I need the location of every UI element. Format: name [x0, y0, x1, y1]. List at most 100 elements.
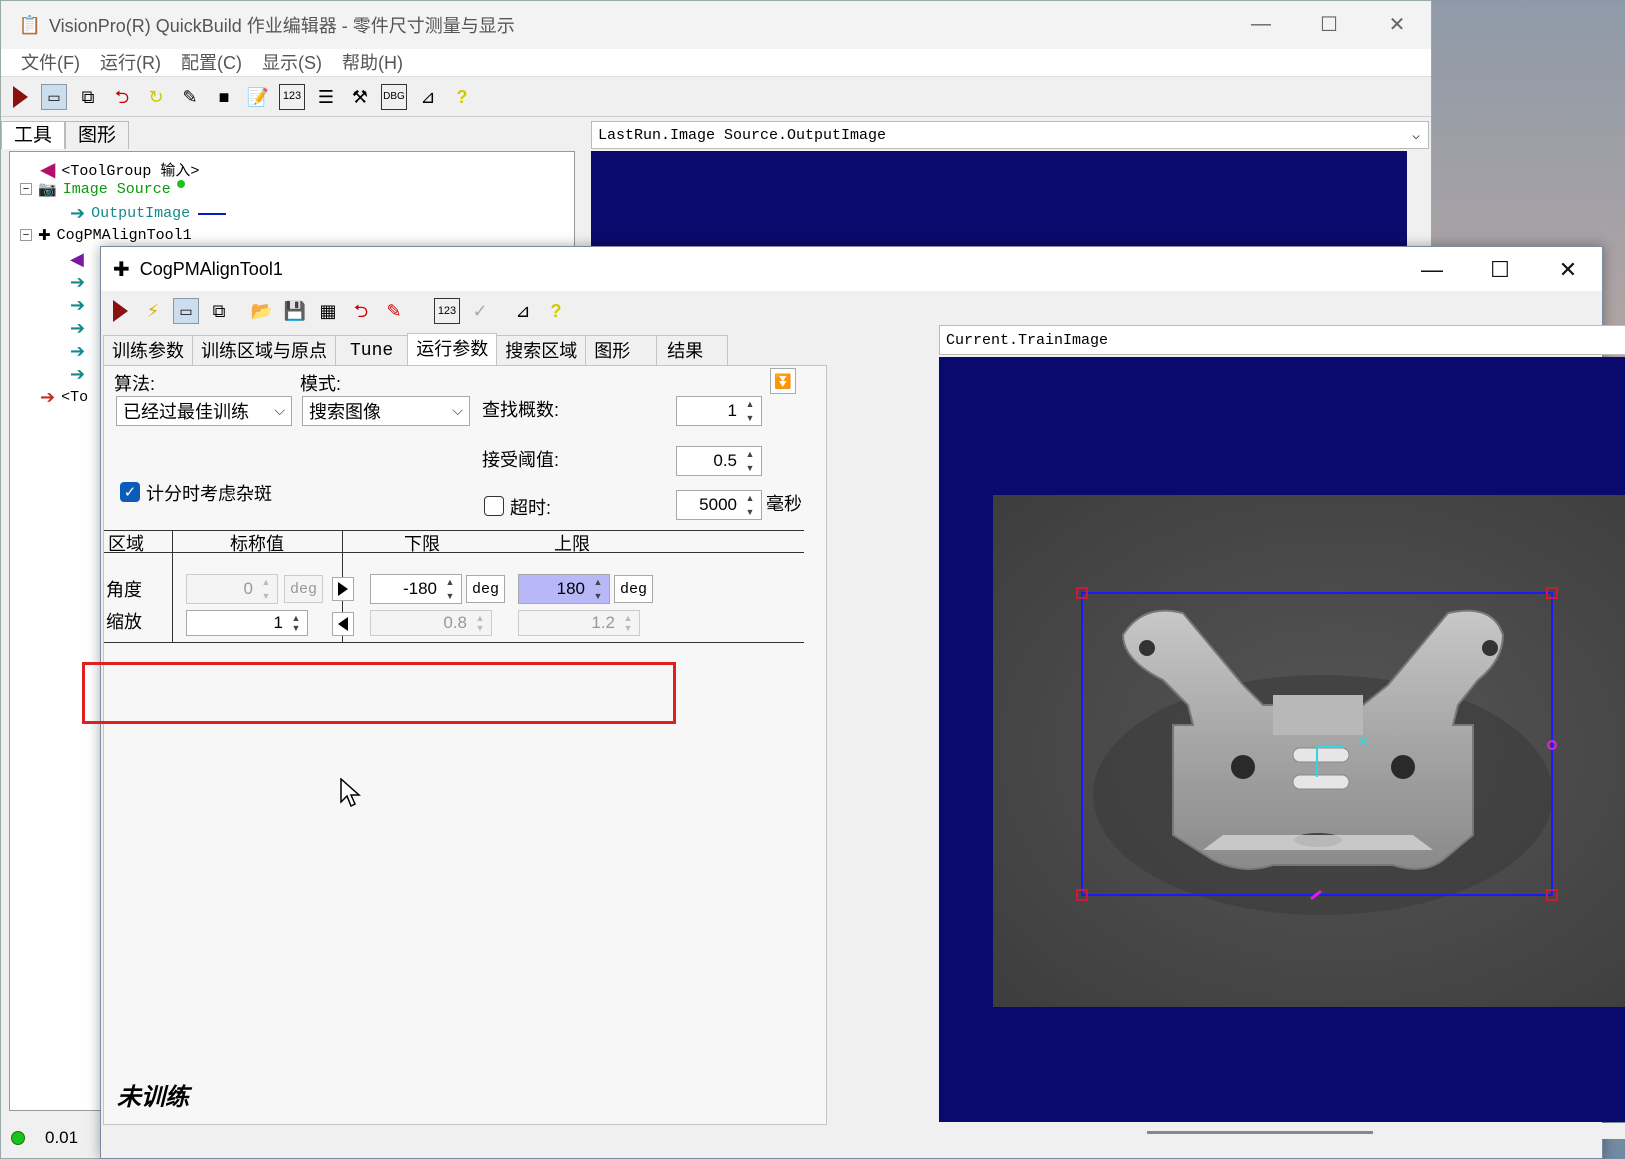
main-image-selector[interactable]: LastRun.Image Source.OutputImage ⌵ [591, 121, 1429, 149]
spin-arrows-icon[interactable]: ▲ ▼ [741, 449, 759, 473]
spin-arrows-icon[interactable]: ▲ ▼ [741, 493, 759, 517]
angle-low-stepper[interactable]: -180 ▲ ▼ [370, 574, 462, 604]
collapse-icon[interactable]: − [20, 229, 32, 241]
close-button[interactable]: ✕ [1363, 1, 1431, 47]
scroll-thumb[interactable] [1147, 1131, 1373, 1134]
collapse-all-button[interactable]: ⏬ [770, 368, 796, 394]
tree-item-pmalign[interactable]: − ✚ CogPMAlignTool1 [20, 226, 192, 244]
angle-nominal-unit[interactable]: deg [284, 575, 324, 603]
minimize-button[interactable]: — [1398, 247, 1466, 293]
menu-view[interactable]: 显示(S) [252, 49, 332, 76]
main-titlebar[interactable]: 📋 VisionPro(R) QuickBuild 作业编辑器 - 零件尺寸测量… [1, 1, 1431, 49]
scale-collapse-button[interactable] [332, 612, 354, 636]
horizontal-scrollbar[interactable] [939, 1123, 1625, 1139]
maximize-button[interactable]: ☐ [1295, 1, 1363, 47]
spin-arrows-icon[interactable]: ▲ ▼ [619, 613, 637, 633]
tools-icon[interactable]: ⚒ [347, 84, 373, 110]
scale-low-stepper[interactable]: 0.8 ▲ ▼ [370, 610, 492, 636]
main-image-display[interactable] [591, 151, 1407, 251]
numeric-icon[interactable]: 123 [434, 298, 460, 324]
scale-high-stepper[interactable]: 1.2 ▲ ▼ [518, 610, 640, 636]
debug-icon[interactable]: DBG [381, 83, 407, 110]
run-params-panel: 算法: 模式: 已经过最佳训练 ⌵ 搜索图像 ⌵ ⏬ 查找概数: 1 ▲ ▼ 接受… [82, 365, 827, 1125]
run-icon[interactable] [107, 298, 133, 324]
menu-file[interactable]: 文件(F) [11, 49, 90, 76]
numeric-icon[interactable]: 123 [279, 83, 305, 110]
display-toggle-icon[interactable]: ▭ [41, 83, 67, 110]
run-icon[interactable] [7, 84, 33, 110]
tab-train-region[interactable]: 训练区域与原点 [192, 335, 336, 365]
chart-icon[interactable]: ⊿ [510, 298, 536, 324]
tree-item-image-source[interactable]: − 📷 Image Source [20, 180, 185, 198]
check-icon[interactable]: ✓ [467, 298, 493, 324]
close-button[interactable]: ✕ [1534, 247, 1602, 293]
tab-search-region[interactable]: 搜索区域 [496, 335, 587, 365]
open-folder-icon[interactable]: 📂 [249, 298, 275, 324]
tab-tools[interactable]: 工具 [1, 121, 66, 149]
angle-high-unit[interactable]: deg [614, 575, 654, 603]
find-count-stepper[interactable]: 1 ▲ ▼ [676, 396, 762, 426]
chart-icon[interactable]: ⊿ [415, 84, 441, 110]
menu-config[interactable]: 配置(C) [171, 49, 252, 76]
menu-help[interactable]: 帮助(H) [332, 49, 413, 76]
scale-nominal-stepper[interactable]: 1 ▲ ▼ [186, 610, 308, 636]
tab-graphics[interactable]: 图形 [65, 121, 130, 149]
tab-results[interactable]: 结果 [656, 335, 729, 365]
collapse-icon[interactable]: − [20, 183, 32, 195]
camera-icon[interactable]: ■ [211, 84, 237, 110]
origin-x-marker [1358, 736, 1368, 746]
angle-high-stepper[interactable]: 180 ▲ ▼ [518, 574, 610, 604]
tree-item-input[interactable]: ◀ <ToolGroup 输入> [40, 157, 199, 182]
mode-select[interactable]: 搜索图像 ⌵ [302, 396, 470, 426]
display-toggle-icon[interactable]: ▭ [173, 298, 199, 324]
spin-arrows-icon[interactable]: ▲ ▼ [257, 577, 275, 601]
save-icon[interactable]: 💾 [282, 298, 308, 324]
reset-icon[interactable]: ⮌ [348, 298, 374, 324]
windows-icon[interactable]: ⧉ [75, 84, 101, 110]
spin-arrows-icon[interactable]: ▲ ▼ [441, 577, 459, 601]
tree-item-output-image[interactable]: ➔ OutputImage [70, 203, 227, 224]
tab-graphics[interactable]: 图形 [585, 335, 658, 365]
menu-run[interactable]: 运行(R) [90, 49, 171, 76]
tab-tune[interactable]: Tune [335, 335, 409, 365]
algorithm-select[interactable]: 已经过最佳训练 ⌵ [116, 396, 292, 426]
refresh-icon[interactable]: ↻ [143, 84, 169, 110]
spin-arrows-icon[interactable]: ▲ ▼ [741, 399, 759, 423]
row-angle-label: 角度 [106, 580, 142, 600]
help-icon[interactable]: ? [449, 84, 475, 110]
pmalign-dialog: ✚ CogPMAlignTool1 — ☐ ✕ ⚡ ▭ ⧉ 📂 💾 ▦ ⮌ ✎ … [82, 246, 1625, 1159]
tab-train-params[interactable]: 训练参数 [103, 335, 193, 365]
brush-icon[interactable]: ✎ [381, 298, 407, 324]
angle-nominal-stepper[interactable]: 0 ▲ ▼ [186, 574, 278, 604]
spin-arrows-icon[interactable]: ▲ ▼ [589, 577, 607, 601]
status-green-dot [176, 180, 185, 188]
status-value: 0.01 [45, 1128, 79, 1147]
windows-icon[interactable]: ⧉ [206, 298, 232, 324]
form-icon[interactable]: ☰ [313, 84, 339, 110]
tree-item-output[interactable]: ➔ <To [40, 387, 88, 408]
spin-arrows-icon[interactable]: ▲ ▼ [471, 613, 489, 633]
angle-expand-button[interactable] [332, 577, 354, 601]
mouse-cursor-icon [340, 778, 361, 808]
spin-arrows-icon[interactable]: ▲ ▼ [287, 613, 305, 633]
train-image-display[interactable] [939, 357, 1625, 1122]
maximize-button[interactable]: ☐ [1466, 247, 1534, 293]
clipboard-app-icon: 📋 [18, 15, 42, 35]
highlight-box [82, 662, 676, 724]
dialog-image-selector[interactable]: Current.TrainImage ⌵ [939, 325, 1625, 355]
wand-icon[interactable]: ✎ [177, 84, 203, 110]
angle-low-unit[interactable]: deg [466, 575, 506, 603]
lightning-icon[interactable]: ⚡ [140, 298, 166, 324]
tree-arrow-out: ➔ [70, 295, 86, 315]
reset-icon[interactable]: ⮌ [109, 84, 135, 110]
minimize-button[interactable]: — [1227, 1, 1295, 47]
dialog-titlebar[interactable]: ✚ CogPMAlignTool1 — ☐ ✕ [101, 247, 1602, 291]
accept-threshold-stepper[interactable]: 0.5 ▲ ▼ [676, 446, 762, 476]
timeout-checkbox[interactable] [484, 496, 504, 516]
clutter-checkbox[interactable]: ✓ [120, 482, 140, 502]
timeout-stepper[interactable]: 5000 ▲ ▼ [676, 490, 762, 520]
help-icon[interactable]: ? [543, 298, 569, 324]
tab-run-params[interactable]: 运行参数 [407, 333, 498, 365]
edit-icon[interactable]: 📝 [245, 84, 271, 110]
grid-icon[interactable]: ▦ [315, 298, 341, 324]
